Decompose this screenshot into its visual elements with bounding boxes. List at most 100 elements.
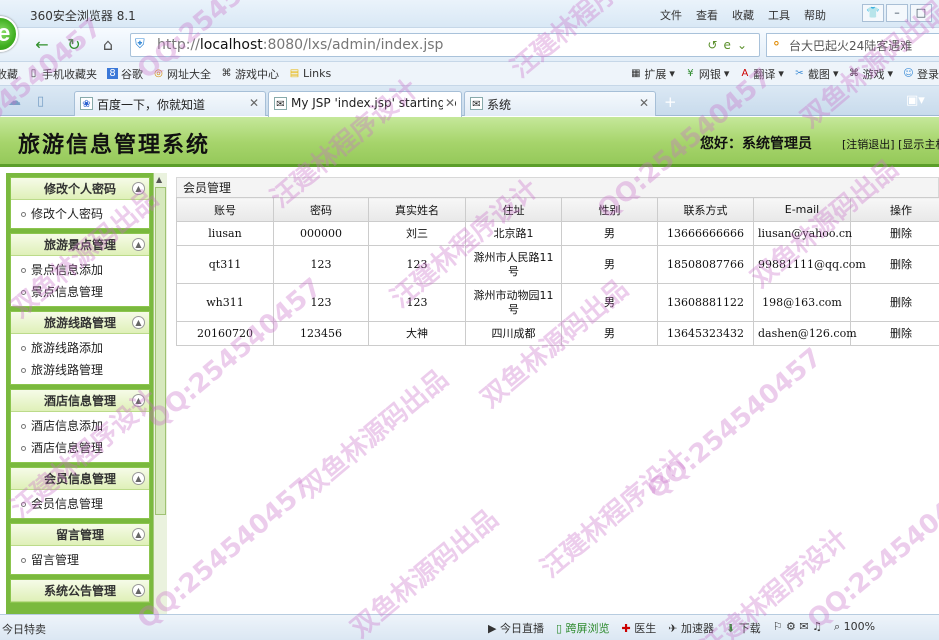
browser-nav-bar: ← ↻ ⌂ ⛨ http://localhost:8080/lxs/admin/… (0, 28, 939, 62)
tab-index-jsp[interactable]: ✉ My JSP 'index.jsp' starting p ✕ (268, 91, 462, 117)
menu-tools[interactable]: 工具 (768, 7, 790, 23)
menu-group-title[interactable]: 会员信息管理 ▲ (11, 468, 149, 490)
tab-list-icon[interactable]: ▣▾ (906, 93, 925, 108)
cloud-icon[interactable]: ☁▯ (8, 94, 60, 109)
menu-file[interactable]: 文件 (660, 7, 682, 23)
status-doctor[interactable]: ✚ 医生 (622, 620, 657, 636)
bullet-icon (21, 268, 26, 273)
status-accelerator[interactable]: ✈ 加速器 (668, 620, 714, 636)
tab-baidu[interactable]: ❀ 百度一下，你就知道 ✕ (74, 91, 266, 116)
address-actions-icon[interactable]: ↺e⌄ (708, 38, 754, 52)
menu-group-member: 会员信息管理 ▲ 会员信息管理 (10, 467, 150, 519)
menu-group-title[interactable]: 系统公告管理 ▲ (11, 580, 149, 602)
table-row: 20160720 123456 大神 四川成都 男 13645323432 da… (176, 321, 939, 346)
delete-link[interactable]: 删除 (890, 296, 912, 309)
menu-item-hotel-add[interactable]: 酒店信息添加 (11, 415, 149, 437)
cell-email: liusan@yahoo.cn (753, 221, 852, 246)
scroll-thumb[interactable] (155, 187, 166, 515)
status-download[interactable]: ⬇ 下载 (726, 620, 761, 636)
refresh-icon[interactable]: ↻ (62, 33, 86, 57)
close-icon[interactable]: ✕ (442, 96, 455, 110)
cell-password: 123 (273, 245, 369, 284)
cell-action: 删除 (850, 283, 939, 322)
menu-group-title[interactable]: 旅游景点管理 ▲ (11, 234, 149, 256)
menu-item-message-manage[interactable]: 留言管理 (11, 549, 149, 571)
tool-games[interactable]: ⌘ 游戏 ▾ (848, 66, 893, 82)
bullet-icon (21, 446, 26, 451)
menu-item-scenic-manage[interactable]: 景点信息管理 (11, 281, 149, 303)
zoom-level[interactable]: ⌕ 100% (834, 620, 875, 636)
back-icon[interactable]: ← (30, 33, 54, 57)
table-row: wh311 123 123 滁州市动物园11号 男 13608881122 19… (176, 283, 939, 322)
tool-translate[interactable]: A 翻译 ▾ (739, 66, 783, 82)
status-live[interactable]: ▶ 今日直播 (488, 620, 544, 636)
tool-screenshot[interactable]: ✂ 截图 ▾ (794, 66, 838, 82)
menu-favorites[interactable]: 收藏 (732, 7, 754, 23)
tab-system[interactable]: ✉ 系统 ✕ (464, 91, 656, 116)
new-tab-icon[interactable]: + (664, 93, 677, 111)
address-bar[interactable]: ⛨ http://localhost:8080/lxs/admin/index.… (130, 33, 760, 57)
collapse-icon[interactable]: ▲ (132, 584, 145, 597)
delete-link[interactable]: 删除 (890, 227, 912, 240)
fav-sites[interactable]: ◎ 网址大全 (153, 66, 211, 82)
address-url[interactable]: http://localhost:8080/lxs/admin/index.js… (157, 37, 443, 53)
skin-icon[interactable]: 👕 (862, 4, 884, 22)
collapse-icon[interactable]: ▲ (132, 472, 145, 485)
fav-links[interactable]: ▤ Links (289, 67, 332, 80)
cell-address: 滁州市动物园11号 (465, 283, 562, 322)
collapse-icon[interactable]: ▲ (132, 394, 145, 407)
close-icon[interactable]: ✕ (249, 96, 259, 110)
collapse-icon[interactable]: ▲ (132, 316, 145, 329)
cell-gender: 男 (561, 321, 658, 346)
table-row: liusan 000000 刘三 北京路1 男 13666666666 lius… (176, 221, 939, 246)
menu-item-route-manage[interactable]: 旅游线路管理 (11, 359, 149, 381)
delete-link[interactable]: 删除 (890, 327, 912, 340)
search-box[interactable]: ⚬ (766, 33, 939, 57)
fav-collections[interactable]: 收藏 (0, 66, 18, 82)
maximize-icon[interactable]: □ (910, 4, 932, 22)
scroll-up-icon[interactable]: ▲ (156, 175, 162, 184)
menu-help[interactable]: 帮助 (804, 7, 826, 23)
tool-login[interactable]: ☺ 登录 (903, 66, 939, 82)
tool-extensions[interactable]: ▦ 扩展 ▾ (630, 66, 675, 82)
close-icon[interactable]: ✕ (639, 96, 649, 110)
menu-group-title[interactable]: 酒店信息管理 ▲ (11, 390, 149, 412)
collapse-icon[interactable]: ▲ (132, 238, 145, 251)
menu-group-title[interactable]: 留言管理 ▲ (11, 524, 149, 546)
panel-title: 会员管理 (176, 177, 939, 197)
page-header: 旅游信息管理系统 您好：系统管理员 [注销退出] [显示主机] (0, 117, 939, 167)
cell-password: 000000 (273, 221, 369, 246)
baidu-icon: ❀ (80, 97, 93, 110)
sidebar-scrollbar[interactable]: ▲ (153, 173, 167, 614)
menu-item-member-manage[interactable]: 会员信息管理 (11, 493, 149, 515)
fav-google[interactable]: 8 谷歌 (107, 66, 143, 82)
status-icons[interactable]: ⚐ ⚙ ✉ ♫ (773, 620, 822, 636)
minimize-icon[interactable]: – (886, 4, 908, 22)
cell-phone: 18508087766 (657, 245, 754, 284)
tool-bank[interactable]: ¥ 网银 ▾ (685, 66, 729, 82)
cell-realname: 刘三 (368, 221, 466, 246)
status-crossscreen[interactable]: ▯ 跨屏浏览 (556, 620, 610, 636)
search-input[interactable] (789, 36, 939, 54)
menu-item-hotel-manage[interactable]: 酒店信息管理 (11, 437, 149, 459)
menu-item-route-add[interactable]: 旅游线路添加 (11, 337, 149, 359)
fav-games[interactable]: ⌘ 游戏中心 (221, 66, 280, 82)
menu-group-title[interactable]: 旅游线路管理 ▲ (11, 312, 149, 334)
menu-item-change-password[interactable]: 修改个人密码 (11, 203, 149, 225)
delete-link[interactable]: 删除 (890, 258, 912, 271)
search-icon[interactable]: ⚬ (771, 37, 782, 52)
logout-link[interactable]: [注销退出] (842, 138, 895, 151)
menu-item-scenic-add[interactable]: 景点信息添加 (11, 259, 149, 281)
cell-action: 删除 (850, 221, 939, 246)
status-deals[interactable]: 今日特卖 (2, 621, 46, 637)
sidebar: 修改个人密码 ▲ 修改个人密码 旅游景点管理 ▲ 景点信息添加 景点信息管理 旅游线… (6, 173, 154, 614)
collapse-icon[interactable]: ▲ (132, 182, 145, 195)
menu-group-title[interactable]: 修改个人密码 ▲ (11, 178, 149, 200)
home-icon[interactable]: ⌂ (96, 33, 120, 57)
fav-mobile[interactable]: ▯ 手机收藏夹 (28, 66, 97, 82)
table-row: qt311 123 123 滁州市人民路11号 男 18508087766 99… (176, 245, 939, 284)
collapse-icon[interactable]: ▲ (132, 528, 145, 541)
gamepad-icon: ⌘ (221, 68, 232, 79)
menu-view[interactable]: 查看 (696, 7, 718, 23)
show-main-link[interactable]: [显示主机] (898, 138, 939, 151)
